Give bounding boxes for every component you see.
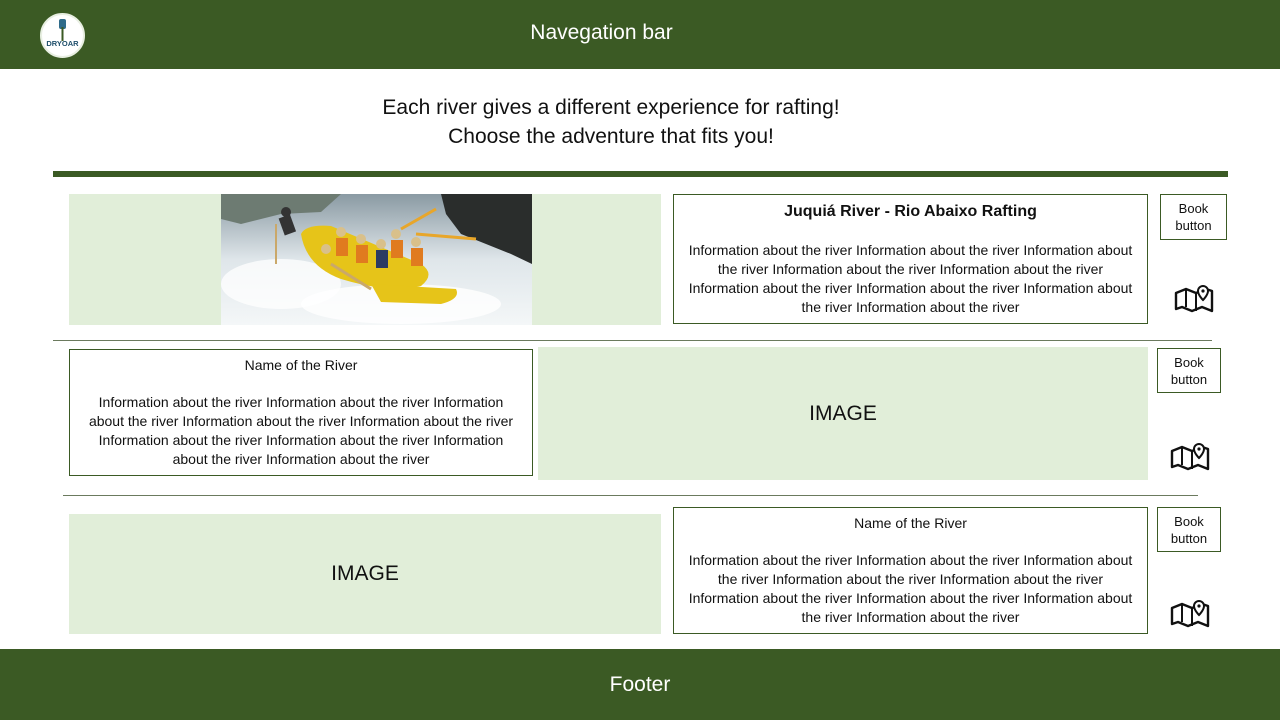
river-2-image-placeholder: IMAGE — [538, 347, 1148, 480]
river-3-name: Name of the River — [854, 515, 967, 531]
footer-text: Footer — [609, 673, 671, 696]
river-3-info: Information about the river Information … — [688, 552, 1133, 625]
rafting-photo — [221, 194, 532, 325]
navbar-title: Navegation bar — [530, 21, 673, 44]
section-divider — [53, 171, 1228, 177]
river-1-info: Information about the river Information … — [688, 242, 1133, 315]
river-2-name: Name of the River — [244, 357, 358, 373]
book-button-river-1[interactable]: Book button — [1160, 194, 1227, 240]
footer: Footer — [0, 649, 1280, 720]
map-pin-icon[interactable] — [1170, 443, 1210, 471]
map-pin-icon[interactable] — [1170, 600, 1210, 628]
headline-line-1: Each river gives a different experience … — [382, 96, 840, 119]
river-1-name: Juquiá River - Rio Abaixo Rafting — [784, 203, 1037, 220]
row-divider-2 — [63, 495, 1198, 496]
map-pin-icon[interactable] — [1174, 285, 1214, 313]
headline-line-2: Choose the adventure that fits you! — [448, 125, 774, 148]
river-3-info-card: Name of the River Information about the … — [673, 507, 1148, 634]
river-2-info-card: Name of the River Information about the … — [69, 349, 533, 476]
row-divider-1 — [53, 340, 1212, 341]
river-1-info-card: Juquiá River - Rio Abaixo Rafting Inform… — [673, 194, 1148, 324]
book-button-river-2[interactable]: Book button — [1157, 348, 1221, 393]
river-2-info: Information about the river Information … — [88, 394, 514, 467]
page-headline: Each river gives a different experience … — [0, 93, 1222, 151]
river-3-image-placeholder: IMAGE — [69, 514, 661, 634]
book-button-river-3[interactable]: Book button — [1157, 507, 1221, 552]
navigation-bar: DRYOAR Navegation bar — [0, 0, 1280, 69]
